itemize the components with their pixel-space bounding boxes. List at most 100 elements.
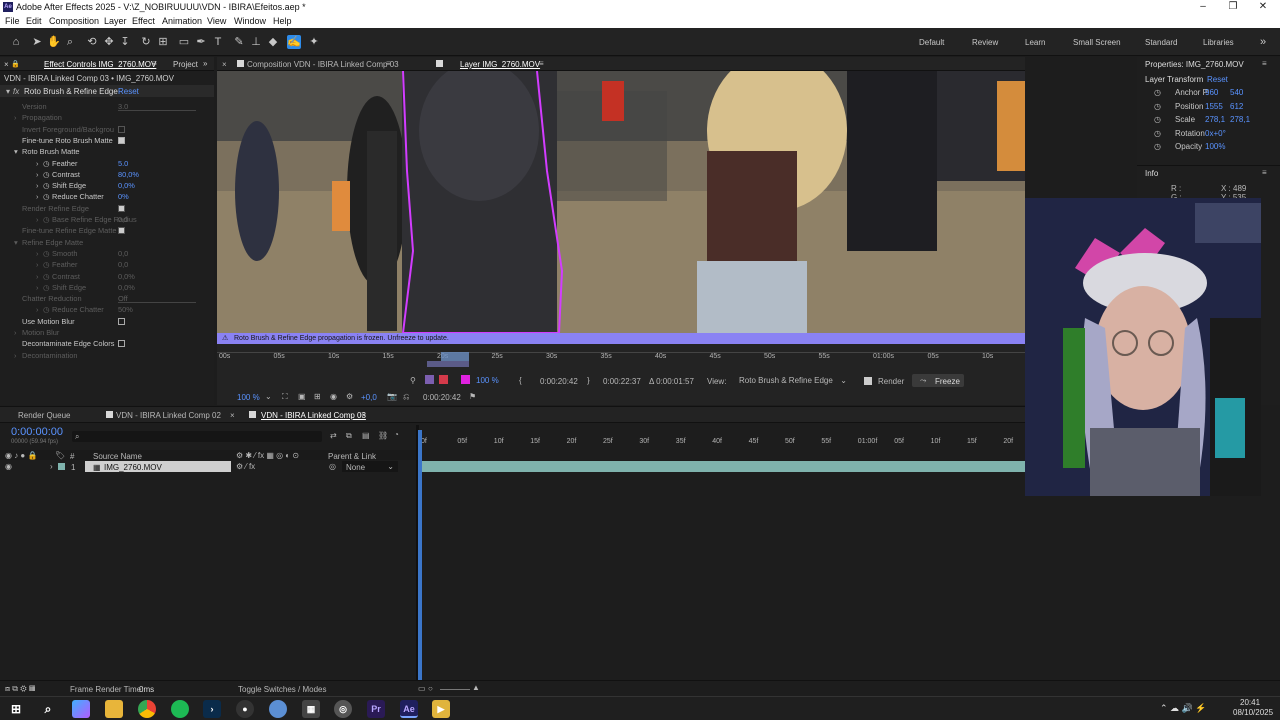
effect-property-row[interactable]: › Propagation	[0, 112, 214, 123]
property-dropdown[interactable]: 3.0	[118, 102, 196, 111]
transform-value-x[interactable]: 1555	[1205, 102, 1223, 111]
fx-icon[interactable]: fx	[13, 87, 19, 96]
effect-property-row[interactable]: › ◷ Shift Edge 0,0%	[0, 180, 214, 191]
visibility-icon[interactable]: ◉	[5, 462, 12, 471]
layer-time-ruler[interactable]: 00s05s10s15s20s25s30s35s40s45s50s55s01:0…	[217, 345, 1025, 367]
effect-property-row[interactable]: › ◷ Feather 5.0	[0, 158, 214, 169]
property-checkbox[interactable]	[118, 227, 125, 235]
type-tool-icon[interactable]: T	[211, 35, 225, 49]
draft-3d-icon[interactable]: ⧉	[346, 431, 352, 441]
snapshot-icon[interactable]: 📷	[387, 392, 397, 401]
workspace-small-screen[interactable]: Small Screen	[1073, 38, 1121, 47]
close-icon[interactable]: ✕	[1248, 0, 1278, 14]
property-dropdown[interactable]: Off	[118, 294, 196, 304]
effect-property-row[interactable]: › ◷ Base Refine Edge Radius 0,0	[0, 214, 214, 225]
stopwatch-icon[interactable]: ◷	[43, 272, 49, 281]
restore-icon[interactable]: ❐	[1218, 0, 1248, 14]
effect-property-row[interactable]: Fine-tune Roto Brush Matte	[0, 135, 214, 146]
extra-app-icon[interactable]: ▶	[432, 700, 450, 718]
table-row[interactable]: ◉ › 1 ▦ IMG_2760.MOV ⚙ ⁄ fx ◎ None ⌄	[0, 461, 416, 472]
transform-value-y[interactable]: 278,1	[1230, 115, 1250, 124]
safe-zones-icon[interactable]: ▣	[298, 392, 306, 401]
expand-arrow-icon[interactable]: ›	[36, 272, 38, 281]
stopwatch-icon[interactable]: ◷	[43, 305, 49, 314]
tab-project[interactable]: Project	[173, 60, 198, 69]
channels-icon[interactable]: ◉	[330, 392, 337, 401]
stopwatch-icon[interactable]: ◷	[43, 181, 49, 190]
effect-property-row[interactable]: Render Refine Edge	[0, 203, 214, 214]
premiere-pro-icon[interactable]: Pr	[367, 700, 385, 718]
property-checkbox[interactable]	[118, 125, 125, 133]
spotify-icon[interactable]	[171, 700, 189, 718]
effect-property-row[interactable]: Version 3.0	[0, 101, 214, 112]
expand-arrow-icon[interactable]: ›	[36, 283, 38, 292]
exposure-value[interactable]: +0,0	[361, 393, 377, 402]
overlay-color-swatch[interactable]	[461, 375, 470, 384]
set-out-icon[interactable]: }	[587, 376, 590, 385]
tab-effect-controls[interactable]: Effect Controls IMG_2760.MOV	[44, 60, 156, 69]
stopwatch-icon[interactable]: ◷	[43, 159, 49, 168]
brush-tool-icon[interactable]: ✎	[232, 35, 246, 49]
property-value[interactable]: 50%	[118, 305, 133, 314]
roto-brush-tool-icon[interactable]: ✍	[287, 35, 301, 49]
workspace-default[interactable]: Default	[919, 38, 944, 47]
zoom-out-icon[interactable]: ▭	[418, 684, 426, 693]
current-time[interactable]: 0:00:20:42	[540, 377, 578, 386]
property-value[interactable]: 0,0%	[118, 283, 135, 292]
expand-arrow-icon[interactable]: ›	[36, 181, 38, 190]
collapse-arrow-icon[interactable]: ▾	[6, 87, 10, 96]
stopwatch-icon[interactable]: ◷	[1154, 102, 1161, 111]
stopwatch-icon[interactable]: ◷	[1154, 129, 1161, 138]
effect-property-row[interactable]: › ◷ Contrast 0,0%	[0, 271, 214, 282]
parent-dropdown[interactable]: None ⌄	[342, 461, 398, 472]
transform-reset-button[interactable]: Reset	[1207, 75, 1228, 84]
stopwatch-icon[interactable]: ◷	[1154, 142, 1161, 151]
workspace-standard[interactable]: Standard	[1145, 38, 1177, 47]
layer-tab-menu-icon[interactable]: ≡	[539, 59, 544, 68]
rotation-tool-icon[interactable]: ↻	[139, 35, 153, 49]
settings-icon[interactable]: ⚙	[346, 392, 353, 401]
work-area-bar[interactable]	[441, 352, 469, 361]
effect-property-row[interactable]: › ◷ Reduce Chatter 50%	[0, 304, 214, 315]
home-icon[interactable]: ⌂	[9, 35, 23, 49]
info-menu-icon[interactable]: ≡	[1262, 168, 1267, 177]
property-checkbox[interactable]	[118, 136, 125, 144]
expand-arrow-icon[interactable]: ›	[36, 192, 38, 201]
zoom-slider[interactable]	[440, 689, 470, 690]
toggle-switches-modes[interactable]: Toggle Switches / Modes	[238, 685, 327, 694]
roto-tool-options-icon[interactable]: ⚑	[469, 392, 476, 401]
tab-close-icon[interactable]: ×	[230, 411, 235, 420]
property-value[interactable]: 0,0%	[118, 181, 135, 190]
effect-property-row[interactable]: Chatter Reduction Off	[0, 293, 214, 304]
more-workspaces-icon[interactable]: »	[1256, 35, 1270, 49]
property-value[interactable]: 5.0	[118, 159, 128, 168]
expand-panels-icon[interactable]: »	[203, 59, 207, 68]
bottom-current-time[interactable]: 0:00:20:42	[423, 393, 461, 402]
effect-property-row[interactable]: Use Motion Blur	[0, 316, 214, 327]
clock-date[interactable]: 08/10/2025	[1233, 708, 1273, 717]
expand-arrow-icon[interactable]: ›	[36, 215, 38, 224]
browser-icon[interactable]	[269, 700, 287, 718]
grid-icon[interactable]: ⊞	[314, 392, 321, 401]
layer-name[interactable]: IMG_2760.MOV	[104, 463, 162, 472]
effect-property-row[interactable]: Fine-tune Refine Edge Matte	[0, 225, 214, 236]
column-source-name[interactable]: Source Name	[93, 452, 142, 461]
transform-value-x[interactable]: 278,1	[1205, 115, 1225, 124]
workspace-libraries[interactable]: Libraries	[1203, 38, 1234, 47]
overlay-opacity[interactable]: 100 %	[476, 376, 499, 385]
timeline-search-input[interactable]: ⌕	[72, 431, 322, 442]
app-icon[interactable]: ◎	[334, 700, 352, 718]
timeline-timecode[interactable]: 0:00:00:00	[11, 426, 63, 438]
search-icon[interactable]: ⌕	[39, 700, 57, 718]
stopwatch-icon[interactable]: ◷	[43, 249, 49, 258]
stopwatch-icon[interactable]: ◷	[43, 283, 49, 292]
puppet-pin-tool-icon[interactable]: ✦	[307, 35, 321, 49]
expand-arrow-icon[interactable]: ›	[36, 159, 38, 168]
expand-arrow-icon[interactable]: ›	[36, 249, 38, 258]
composition-mini-flowchart-icon[interactable]: ⇄	[330, 431, 337, 440]
tray-icons[interactable]: ⌃ ☁ 🔊 ⚡	[1160, 703, 1206, 714]
shy-layers-icon[interactable]: ▤	[362, 431, 370, 440]
tab-layer[interactable]: Layer IMG_2760.MOV	[460, 60, 540, 69]
orbit-tool-icon[interactable]: ⟲	[85, 35, 99, 49]
effect-property-row[interactable]: › ◷ Reduce Chatter 0%	[0, 191, 214, 202]
